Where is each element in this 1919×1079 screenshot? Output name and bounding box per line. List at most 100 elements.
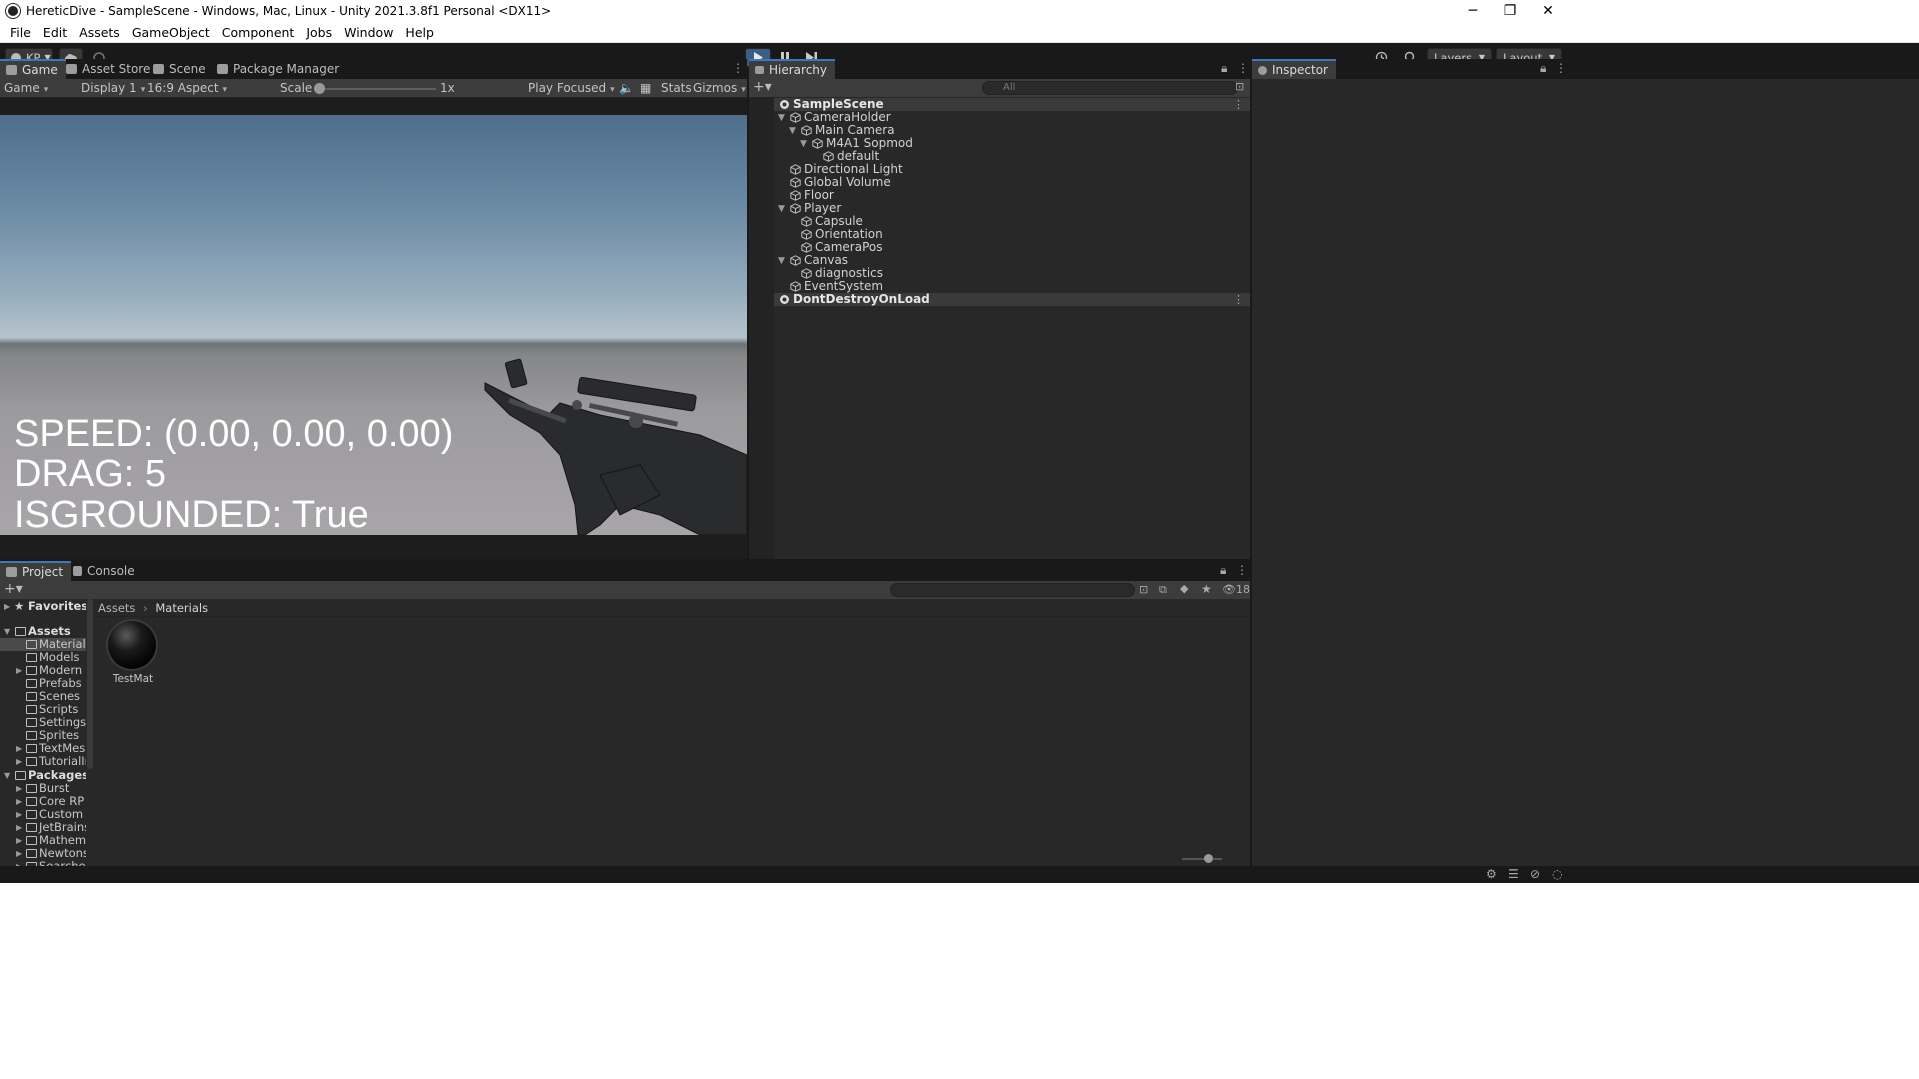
asset-folder-row[interactable]: Materials	[0, 638, 86, 651]
search-by-type-icon[interactable]: ⊡	[1139, 583, 1148, 596]
breadcrumb-assets[interactable]: Assets	[98, 601, 135, 615]
package-folder-row[interactable]: ▶ Mathema	[0, 834, 86, 847]
game-panel-menu-icon[interactable]: ⋮	[732, 61, 744, 75]
hierarchy-tabstrip: Hierarchy 🔒︎ ⋮	[749, 59, 1250, 79]
debug-icon[interactable]: ⚙	[1486, 867, 1497, 881]
hierarchy-row[interactable]: ▼ M4A1 Sopmod	[749, 137, 1250, 150]
scale-slider[interactable]	[314, 83, 436, 94]
package-label: Burst	[39, 782, 70, 795]
tab-console[interactable]: Console	[67, 561, 143, 581]
gameobject-cube-icon	[790, 112, 801, 123]
project-menu-icon[interactable]: ⋮	[1236, 563, 1248, 577]
scene-grid-icon	[153, 64, 164, 74]
play-mode-dropdown[interactable]: Play Focused	[528, 81, 615, 95]
search-by-label-icon[interactable]: ⧉	[1159, 583, 1167, 597]
inspector-menu-icon[interactable]: ⋮	[1555, 61, 1567, 75]
asset-folder-row[interactable]: Scenes	[0, 690, 86, 703]
folder-icon	[26, 640, 37, 649]
chevron-right-icon[interactable]: ▶	[16, 847, 22, 860]
asset-folder-row[interactable]: ▶ Modern W	[0, 664, 86, 677]
close-button[interactable]: ✕	[1525, 0, 1571, 22]
hierarchy-menu-icon[interactable]: ⋮	[1237, 61, 1249, 75]
asset-folder-row[interactable]: ▶ TextMesh	[0, 742, 86, 755]
package-folder-row[interactable]: ▶ Core RP L	[0, 795, 86, 808]
tab-asset-store[interactable]: Asset Store	[60, 59, 158, 79]
tab-game[interactable]: Game	[0, 59, 66, 79]
lock-icon[interactable]: 🔒︎	[1221, 61, 1227, 76]
menu-component[interactable]: Component	[216, 25, 301, 40]
asset-folder-row[interactable]: Prefabs	[0, 677, 86, 690]
folder-icon	[26, 705, 37, 714]
tab-hierarchy[interactable]: Hierarchy	[749, 59, 836, 79]
check-icon[interactable]: ◌	[1552, 867, 1562, 881]
folder-label: Scripts	[39, 703, 79, 716]
asset-folder-row[interactable]: Settings	[0, 716, 86, 729]
menu-file[interactable]: File	[4, 25, 37, 40]
display-dropdown[interactable]: Display 1	[81, 81, 145, 95]
tab-package-manager[interactable]: Package Manager	[211, 59, 347, 79]
hidden-packages-toggle[interactable]: 👁︎18	[1222, 583, 1250, 596]
favorite-star-icon[interactable]: ★	[1201, 582, 1212, 596]
asset-folder-row[interactable]: Models	[0, 651, 86, 664]
tab-inspector[interactable]: Inspector	[1252, 59, 1336, 79]
chevron-right-icon[interactable]: ▶	[16, 782, 22, 795]
assets-root[interactable]: ▼ Assets	[0, 625, 86, 638]
game-controller-icon	[6, 65, 17, 75]
stats-button[interactable]: Stats	[661, 81, 692, 95]
menu-window[interactable]: Window	[338, 25, 399, 40]
tag-icon[interactable]: ◆	[1180, 582, 1188, 595]
icon-size-slider[interactable]	[1182, 854, 1222, 863]
search-filter-icon[interactable]: ⊡	[1235, 80, 1244, 93]
breadcrumb-materials[interactable]: Materials	[155, 601, 208, 615]
package-folder-row[interactable]: ▶ Burst	[0, 782, 86, 795]
chevron-right-icon[interactable]: ▶	[16, 821, 22, 834]
lock-icon[interactable]: 🔒︎	[1540, 61, 1546, 76]
breadcrumb-separator-icon: ›	[143, 601, 148, 615]
package-folder-row[interactable]: ▶ Custom N	[0, 808, 86, 821]
scene-menu-icon[interactable]: ⋮	[1233, 98, 1244, 111]
packages-root[interactable]: ▼ Packages	[0, 769, 86, 782]
mute-audio-icon[interactable]: 🔈	[619, 81, 634, 95]
grid-stats-icon[interactable]: ▦	[640, 81, 651, 95]
chevron-right-icon[interactable]: ▶	[16, 795, 22, 808]
asset-folder-row[interactable]: Sprites	[0, 729, 86, 742]
view-mode-dropdown[interactable]: Game	[4, 81, 70, 95]
game-viewport[interactable]: SPEED: (0.00, 0.00, 0.00) DRAG: 5 ISGROU…	[0, 115, 747, 535]
chevron-right-icon[interactable]: ▶	[16, 742, 22, 755]
chevron-right-icon[interactable]: ▶	[16, 755, 22, 768]
tab-project[interactable]: Project	[0, 561, 72, 581]
progress-icon[interactable]: ⊘	[1530, 867, 1540, 881]
menu-jobs[interactable]: Jobs	[300, 25, 338, 40]
icon-size-slider-handle[interactable]	[1204, 854, 1213, 863]
scene-menu-icon[interactable]: ⋮	[1233, 293, 1244, 306]
scale-slider-handle[interactable]	[314, 83, 325, 94]
tab-scene[interactable]: Scene	[147, 59, 214, 79]
chevron-right-icon[interactable]: ▶	[16, 834, 22, 847]
menu-help[interactable]: Help	[399, 25, 440, 40]
hierarchy-row[interactable]: ▼ Main Camera	[749, 124, 1250, 137]
hierarchy-row-label: DontDestroyOnLoad	[793, 292, 930, 306]
menu-bar: File Edit Assets GameObject Component Jo…	[0, 22, 1919, 43]
aspect-dropdown[interactable]: 16:9 Aspect	[147, 81, 272, 95]
create-plus-icon[interactable]: +▾	[753, 79, 772, 95]
menu-edit[interactable]: Edit	[37, 25, 73, 40]
chevron-right-icon[interactable]: ▶	[16, 808, 22, 821]
menu-assets[interactable]: Assets	[73, 25, 126, 40]
gizmos-dropdown[interactable]: Gizmos	[693, 81, 746, 95]
asset-folder-row[interactable]: ▶ TutorialIn	[0, 755, 86, 768]
hierarchy-search-input[interactable]: All	[982, 81, 1238, 95]
menu-gameobject[interactable]: GameObject	[126, 25, 216, 40]
create-plus-icon[interactable]: +▾	[4, 581, 23, 597]
asset-tile-testmat[interactable]: TestMat	[108, 621, 158, 689]
favorites-header[interactable]: ▶ ★ Favorites	[0, 600, 86, 613]
tree-scrollbar[interactable]	[87, 599, 93, 769]
hidden-count: 18	[1235, 583, 1250, 596]
package-folder-row[interactable]: ▶ JetBrains	[0, 821, 86, 834]
package-folder-row[interactable]: ▶ Newtons	[0, 847, 86, 860]
chevron-right-icon[interactable]: ▶	[16, 664, 22, 677]
asset-folder-row[interactable]: Scripts	[0, 703, 86, 716]
project-search-input[interactable]	[890, 583, 1135, 597]
lock-icon[interactable]: 🔒︎	[1220, 563, 1226, 578]
hierarchy-scene-row[interactable]: ▶DontDestroyOnLoad⋮	[749, 293, 1250, 306]
cache-icon[interactable]: ☰	[1508, 867, 1519, 881]
